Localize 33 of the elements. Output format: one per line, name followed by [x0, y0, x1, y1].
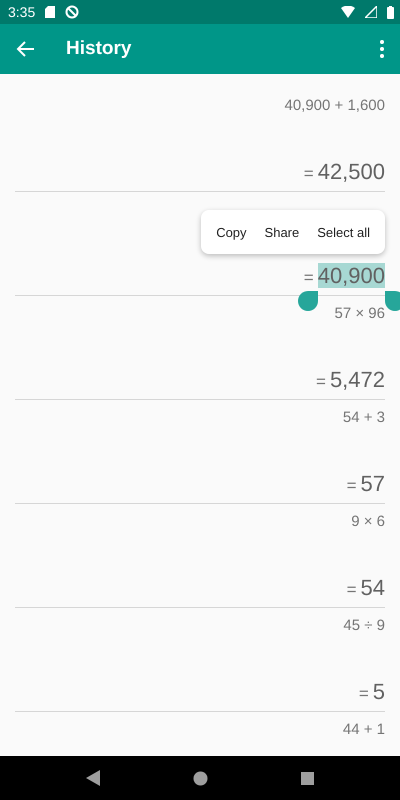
equals-sign: =: [304, 164, 314, 184]
selection-handle[interactable]: [385, 291, 400, 311]
menu-item[interactable]: Copy: [207, 224, 256, 240]
history-expression: 44 + 1: [342, 720, 385, 740]
wifi-icon: [341, 6, 355, 18]
history-expression: 9 × 6: [351, 512, 385, 532]
history-result[interactable]: 54: [360, 575, 385, 600]
history-result[interactable]: 57: [360, 471, 385, 496]
selection-handle[interactable]: [298, 291, 318, 311]
history-result[interactable]: 42,500: [318, 159, 385, 184]
signal-icon: [365, 6, 377, 18]
back-icon[interactable]: [86, 770, 100, 786]
home-icon[interactable]: [192, 770, 208, 786]
history-result[interactable]: 5: [372, 679, 385, 704]
no-sync-icon: [65, 5, 80, 19]
history-expression: 54 + 3: [342, 408, 385, 428]
menu-item[interactable]: Share: [256, 224, 308, 240]
history-expression: 45 ÷ 9: [343, 616, 385, 636]
equals-sign: =: [358, 684, 369, 704]
menu-item[interactable]: Select all: [308, 224, 379, 240]
battery-icon: [387, 6, 394, 18]
history-expression: 40,900 + 1,600: [284, 96, 385, 116]
screen-title: History: [66, 38, 132, 60]
recents-icon[interactable]: [300, 772, 314, 784]
equals-sign: =: [346, 476, 357, 496]
equals-sign: =: [346, 580, 357, 600]
status-time: 3:35: [8, 4, 36, 20]
sd-card-icon: [45, 6, 56, 18]
equals-sign: =: [316, 372, 326, 392]
history-expression: 57 × 96: [334, 304, 385, 324]
history-result[interactable]: 40,900: [318, 263, 385, 288]
equals-sign: =: [304, 268, 314, 288]
history-result[interactable]: 5,472: [330, 367, 385, 392]
